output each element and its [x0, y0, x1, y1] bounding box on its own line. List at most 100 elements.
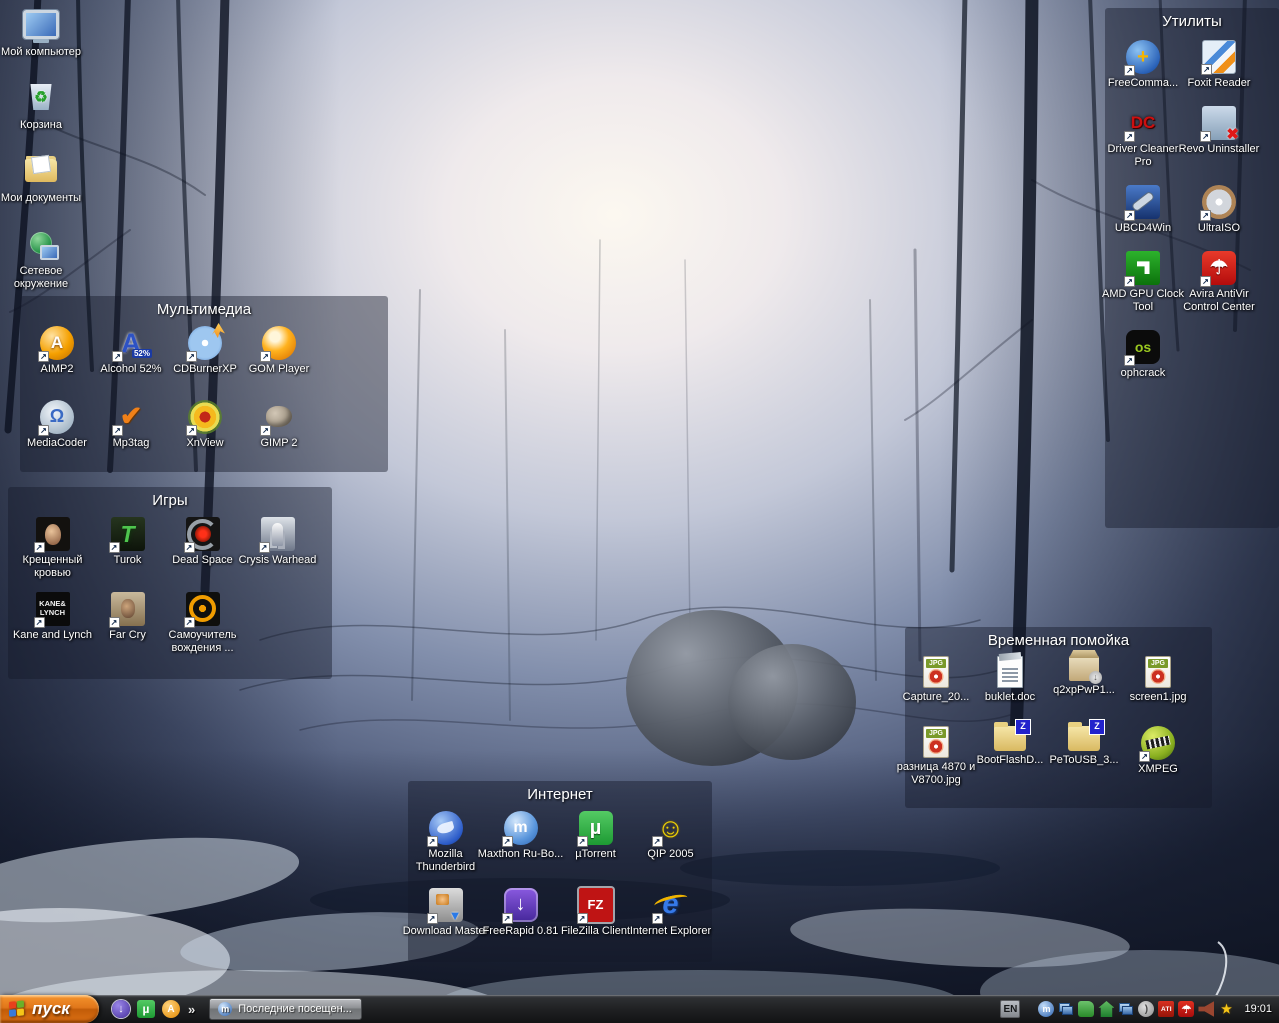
desktop-icon-amd-gpu-clock-tool[interactable]: AMD GPU Clock Tool: [1102, 250, 1184, 314]
desktop-icon-ubcd4win[interactable]: UBCD4Win: [1107, 184, 1179, 235]
desktop-icon-avira[interactable]: Avira AntiVir Control Center: [1183, 250, 1255, 314]
shortcut-arrow-icon: [576, 836, 588, 847]
desktop-icon-freecommander[interactable]: FreeComma...: [1107, 40, 1179, 90]
shortcut-arrow-icon: [501, 912, 513, 924]
desktop-icon-cdburnerxp[interactable]: CDBurnerXP: [169, 326, 241, 376]
icon-label: Мой компьютер: [0, 46, 82, 58]
desktop-icon-ophcrack[interactable]: ophcrack: [1107, 329, 1179, 380]
desktop-icon-ultraiso[interactable]: UltraISO: [1183, 184, 1255, 235]
quicklaunch-overflow-chevron-icon[interactable]: »: [188, 1002, 195, 1017]
wand-tray-icon[interactable]: [1218, 1001, 1234, 1017]
group-title: Интернет: [527, 786, 593, 803]
desktop-icon-bootflash-folder[interactable]: BootFlashD...: [974, 718, 1046, 787]
aimp-quicklaunch-icon[interactable]: [162, 1000, 180, 1018]
download-master-tray-icon[interactable]: [1098, 1001, 1115, 1017]
maxthon-tray-icon[interactable]: [1038, 1001, 1055, 1017]
network2-tray-icon[interactable]: [1118, 1001, 1134, 1017]
volume-mixer-tray-icon[interactable]: [1138, 1001, 1155, 1017]
desktop-icon-thunderbird[interactable]: Mozilla Thunderbird: [410, 811, 482, 874]
desktop-icon-download-master[interactable]: Download Master: [403, 887, 488, 938]
desktop-icon-qip2005[interactable]: QIP 2005: [635, 811, 707, 874]
mediacoder-icon: [38, 399, 74, 436]
icon-label: GIMP 2: [260, 436, 298, 449]
icon-label: screen1.jpg: [1129, 691, 1187, 703]
desktop-icon-gimp2[interactable]: GIMP 2: [243, 400, 315, 450]
utorrent-tray-icon[interactable]: [1078, 1001, 1095, 1017]
desktop-icon-filezilla[interactable]: FileZilla Client: [560, 887, 632, 938]
download-arrow-quicklaunch-icon[interactable]: [112, 1000, 130, 1018]
desktop-icon-gom-player[interactable]: GOM Player: [243, 326, 315, 376]
desktop-icon-my-documents[interactable]: Мои документы: [1, 151, 81, 224]
desktop-icon-crysis-warhead[interactable]: Crysis Warhead: [239, 517, 316, 580]
cdburnerxp-icon: [186, 326, 222, 362]
desktop-icon-freerapid[interactable]: FreeRapid 0.81: [483, 887, 558, 938]
icon-label: Crysis Warhead: [238, 554, 317, 566]
desktop-icon-driver-cleaner[interactable]: Driver Cleaner Pro: [1107, 106, 1179, 169]
start-button[interactable]: пуск: [0, 995, 99, 1023]
ati-tray-icon[interactable]: [1158, 1001, 1175, 1017]
desktop-icon-my-computer[interactable]: Мой компьютер: [1, 5, 81, 78]
desktop-icon-far-cry[interactable]: Far Cry: [92, 591, 164, 655]
group-title: Игры: [152, 492, 188, 509]
desktop-icon-network-places[interactable]: Сетевое окружение: [5, 224, 77, 297]
my-documents-icon: [22, 151, 60, 189]
desktop-icon-foxit-reader[interactable]: Foxit Reader: [1183, 40, 1255, 90]
desktop-icon-internet-explorer[interactable]: Internet Explorer: [630, 888, 711, 938]
icon-label: Мои документы: [0, 192, 82, 204]
zip-folder-icon: [1068, 718, 1105, 751]
desktop-icon-xmpeg[interactable]: XMPEG: [1122, 725, 1194, 787]
desktop-icon-mediacoder[interactable]: MediaCoder: [21, 399, 93, 450]
shortcut-arrow-icon: [183, 616, 195, 628]
desktop-icon-kane-and-lynch[interactable]: Kane and Lynch: [13, 591, 92, 655]
desktop: Мой компьютер Корзина Мои документы Сете…: [0, 0, 1279, 1023]
desktop-icon-utorrent[interactable]: µTorrent: [560, 811, 632, 874]
installer-box-icon: [1069, 656, 1102, 684]
group-title: Утилиты: [1162, 13, 1222, 30]
desktop-icon-revo-uninstaller[interactable]: Revo Uninstaller: [1179, 105, 1259, 169]
language-indicator[interactable]: EN: [1000, 1000, 1021, 1018]
group-games: Игры Крещенный кровью Turok Dead Space C…: [8, 487, 332, 679]
shortcut-arrow-icon: [33, 542, 45, 553]
taskbar-clock[interactable]: 19:01: [1244, 1003, 1272, 1015]
desktop-icon-turok[interactable]: Turok: [92, 517, 164, 580]
shortcut-arrow-icon: [1124, 65, 1135, 76]
desktop-icon-petousb-folder[interactable]: PeToUSB_3...: [1048, 718, 1120, 787]
zip-folder-icon: [994, 718, 1031, 751]
speaker-tray-icon[interactable]: [1198, 1001, 1215, 1017]
ubcd4win-icon: [1124, 184, 1160, 221]
shortcut-arrow-icon: [108, 616, 120, 628]
shortcut-arrow-icon: [112, 424, 123, 436]
desktop-icon-baptized-in-blood[interactable]: Крещенный кровью: [17, 517, 89, 580]
icon-label: FreeComma...: [1107, 77, 1179, 89]
network-tray-icon[interactable]: [1058, 1001, 1074, 1017]
desktop-icon-q2xp-archive[interactable]: q2xpPwP1...: [1048, 656, 1120, 704]
desktop-icon-maxthon[interactable]: Maxthon Ru-Bo...: [478, 811, 563, 874]
shortcut-arrow-icon: [186, 351, 197, 362]
desktop-icon-driving-tutor[interactable]: Самоучитель вождения ...: [167, 591, 239, 655]
desktop-icon-mp3tag[interactable]: Mp3tag: [95, 400, 167, 450]
utorrent-quicklaunch-icon[interactable]: [137, 1000, 155, 1018]
desktop-icon-screen1-jpg[interactable]: screen1.jpg: [1122, 656, 1194, 704]
taskbar-task-button[interactable]: Последние посещен...: [209, 998, 363, 1020]
shortcut-arrow-icon: [1139, 750, 1150, 762]
desktop-icon-buklet-doc[interactable]: buklet.doc: [974, 656, 1046, 704]
desktop-icon-raznica-jpg[interactable]: разница 4870 и V8700.jpg: [897, 725, 975, 787]
desktop-icon-dead-space[interactable]: Dead Space: [167, 517, 239, 580]
dead-space-icon: [183, 517, 220, 553]
maxthon-task-icon: [218, 1002, 233, 1016]
revo-uninstaller-icon: [1200, 105, 1239, 143]
avira-tray-icon[interactable]: [1178, 1001, 1195, 1017]
desktop-icon-capture-jpg[interactable]: Capture_20...: [900, 656, 972, 704]
alcohol52-icon: [112, 326, 152, 362]
shortcut-arrow-icon: [1201, 64, 1212, 75]
desktop-icon-alcohol52[interactable]: Alcohol 52%: [95, 326, 167, 376]
driver-cleaner-icon: [1124, 106, 1160, 142]
desktop-icon-aimp2[interactable]: AIMP2: [21, 326, 93, 376]
desktop-icon-recycle-bin[interactable]: Корзина: [5, 78, 77, 151]
thunderbird-icon: [426, 811, 463, 847]
system-icons-column: Мой компьютер Корзина Мои документы Сете…: [0, 5, 82, 297]
desktop-icon-xnview[interactable]: XnView: [169, 399, 241, 450]
gom-player-icon: [260, 326, 296, 362]
group-title: Мультимедиа: [156, 301, 252, 318]
far-cry-icon: [108, 591, 145, 628]
